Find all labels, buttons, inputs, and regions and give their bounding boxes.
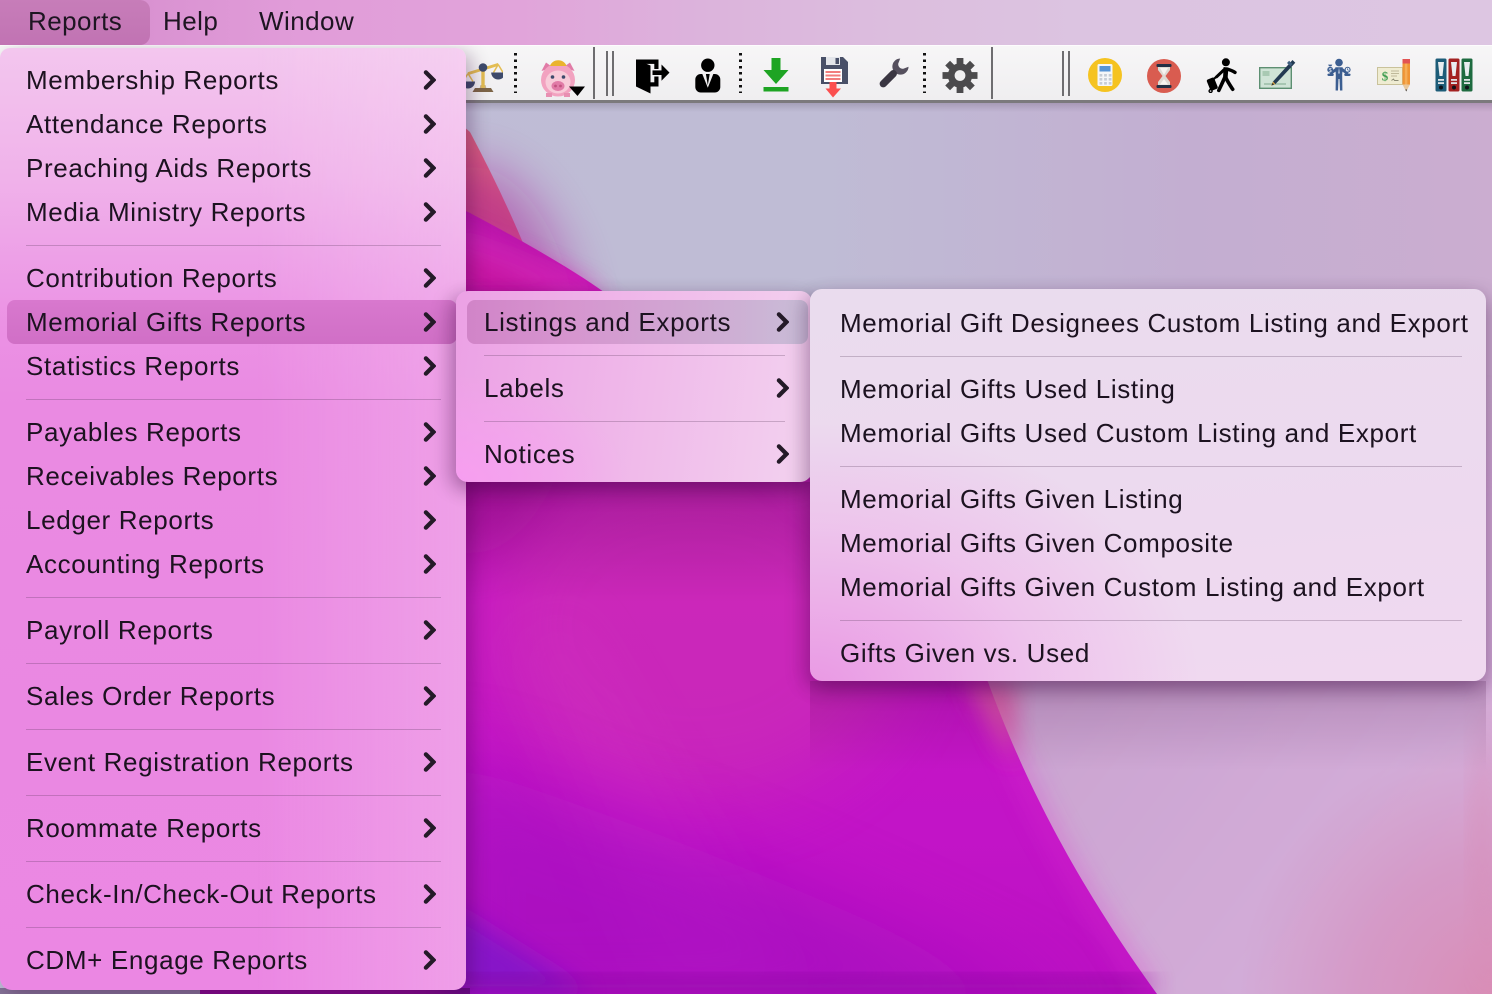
svg-text:$: $ — [1382, 69, 1389, 84]
svg-text:$: $ — [1329, 68, 1332, 74]
